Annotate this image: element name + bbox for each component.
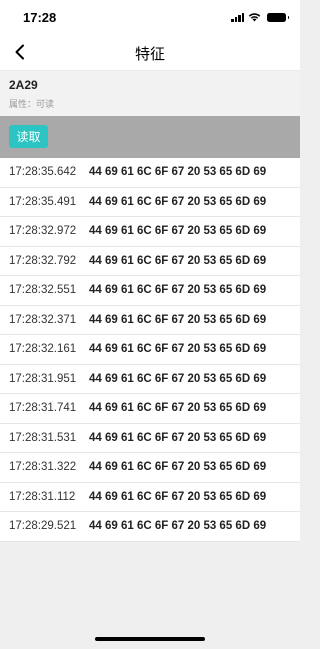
action-bar: 读取 <box>0 116 300 158</box>
log-row: 17:28:32.551 44 69 61 6C 6F 67 20 53 65 6… <box>0 276 300 306</box>
log-value: 44 69 61 6C 6F 67 20 53 65 6D 69 <box>89 372 267 385</box>
log-value: 44 69 61 6C 6F 67 20 53 65 6D 69 <box>89 520 267 533</box>
log-row: 17:28:31.741 44 69 61 6C 6F 67 20 53 65 6… <box>0 394 300 424</box>
log-value: 44 69 61 6C 6F 67 20 53 65 6D 69 <box>89 343 267 356</box>
log-time: 17:28:31.531 <box>9 431 77 444</box>
signal-icon <box>231 12 244 22</box>
log-row: 17:28:32.161 44 69 61 6C 6F 67 20 53 65 6… <box>0 335 300 365</box>
status-icons <box>231 12 289 22</box>
log-time: 17:28:35.491 <box>9 195 77 208</box>
log-row: 17:28:32.972 44 69 61 6C 6F 67 20 53 65 6… <box>0 217 300 247</box>
log-time: 17:28:32.972 <box>9 225 77 238</box>
log-value: 44 69 61 6C 6F 67 20 53 65 6D 69 <box>89 431 267 444</box>
log-row: 17:28:29.521 44 69 61 6C 6F 67 20 53 65 6… <box>0 512 300 542</box>
log-row: 17:28:31.951 44 69 61 6C 6F 67 20 53 65 6… <box>0 365 300 394</box>
log-time: 17:28:32.161 <box>9 343 77 356</box>
battery-icon <box>267 12 289 22</box>
characteristic-property: 属性：可读 <box>9 99 55 109</box>
log-value: 44 69 61 6C 6F 67 20 53 65 6D 69 <box>89 490 267 503</box>
log-time: 17:28:32.792 <box>9 254 77 267</box>
status-time: 17:28 <box>23 10 57 25</box>
log-row: 17:28:35.491 44 69 61 6C 6F 67 20 53 65 6… <box>0 188 300 217</box>
characteristic-uuid: 2A29 <box>9 78 38 92</box>
log-value: 44 69 61 6C 6F 67 20 53 65 6D 69 <box>89 254 267 267</box>
log-time: 17:28:31.951 <box>9 372 77 385</box>
log-time: 17:28:31.741 <box>9 402 77 415</box>
log-value: 44 69 61 6C 6F 67 20 53 65 6D 69 <box>89 225 267 238</box>
log-time: 17:28:29.521 <box>9 520 77 533</box>
log-time: 17:28:35.642 <box>9 166 77 179</box>
navigation-bar: 特征 <box>0 34 300 70</box>
log-value: 44 69 61 6C 6F 67 20 53 65 6D 69 <box>89 461 267 474</box>
read-log-list: 17:28:35.642 44 69 61 6C 6F 67 20 53 65 6… <box>0 158 300 542</box>
log-row: 17:28:32.371 44 69 61 6C 6F 67 20 53 65 6… <box>0 306 300 335</box>
log-row: 17:28:31.531 44 69 61 6C 6F 67 20 53 65 6… <box>0 424 300 453</box>
log-time: 17:28:31.112 <box>9 490 76 503</box>
log-row: 17:28:35.642 44 69 61 6C 6F 67 20 53 65 6… <box>0 158 300 188</box>
log-row: 17:28:31.322 44 69 61 6C 6F 67 20 53 65 6… <box>0 453 300 483</box>
page-title: 特征 <box>134 46 165 63</box>
log-value: 44 69 61 6C 6F 67 20 53 65 6D 69 <box>89 402 267 415</box>
status-bar: 17:28 <box>0 0 300 34</box>
log-value: 44 69 61 6C 6F 67 20 53 65 6D 69 <box>89 284 267 297</box>
read-button[interactable]: 读取 <box>9 125 48 148</box>
characteristic-info: 2A29 属性：可读 <box>0 70 300 116</box>
log-time: 17:28:32.371 <box>9 313 77 326</box>
home-indicator[interactable] <box>95 637 205 641</box>
log-time: 17:28:32.551 <box>9 284 77 297</box>
log-value: 44 69 61 6C 6F 67 20 53 65 6D 69 <box>89 313 267 326</box>
log-row: 17:28:32.792 44 69 61 6C 6F 67 20 53 65 6… <box>0 247 300 276</box>
log-time: 17:28:31.322 <box>9 461 77 474</box>
wifi-icon <box>248 13 261 22</box>
log-row: 17:28:31.112 44 69 61 6C 6F 67 20 53 65 6… <box>0 483 300 512</box>
log-value: 44 69 61 6C 6F 67 20 53 65 6D 69 <box>89 166 267 179</box>
log-value: 44 69 61 6C 6F 67 20 53 65 6D 69 <box>89 195 267 208</box>
